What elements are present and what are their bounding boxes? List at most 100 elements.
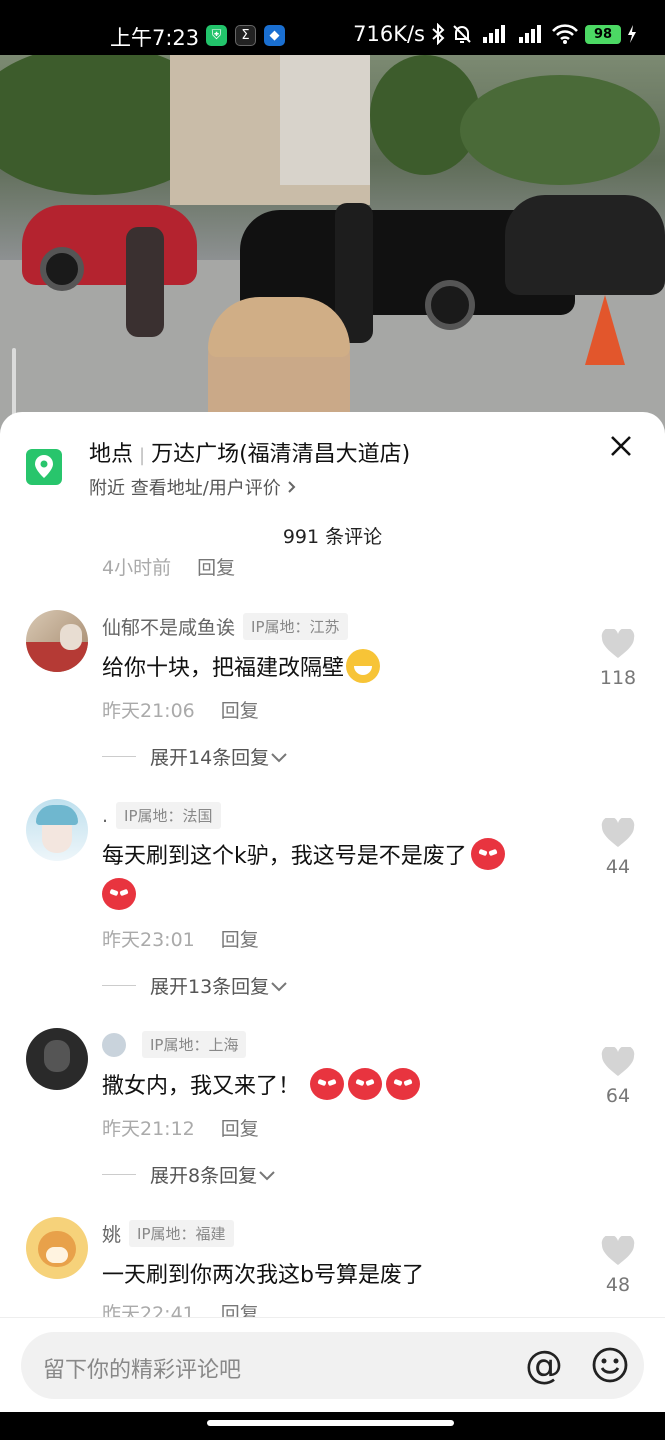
chevron-right-icon [287, 481, 295, 493]
comment-time: 昨天21:12 [102, 1118, 195, 1140]
comment-text-content: 撒女内，我又来了！ [102, 1074, 301, 1099]
comment-meta: 昨天21:12 回复 [102, 1114, 259, 1141]
like-button[interactable]: 48 [596, 1234, 640, 1296]
location-subtitle-text: 附近 查看地址/用户评价 [89, 478, 281, 499]
video-tree-3 [460, 75, 660, 185]
location-pin-icon[interactable] [26, 449, 62, 485]
charging-icon [628, 25, 636, 43]
video-black-car-2 [505, 195, 665, 295]
comment-text-content: 一天刷到你两次我这b号算是废了 [102, 1263, 424, 1288]
comment-time: 昨天21:06 [102, 700, 195, 722]
comment-text[interactable]: 撒女内，我又来了！ [102, 1068, 421, 1100]
battery-indicator: 98 [585, 24, 621, 44]
status-time: 上午7:23 [110, 26, 200, 50]
angry-emoji-icon [102, 878, 136, 910]
emoji-smile-icon[interactable] [591, 1346, 629, 1384]
angry-emoji-icon [386, 1068, 421, 1100]
status-app-icons: ⛨ Σ ◆ [206, 25, 285, 46]
comment-username[interactable]: . IP属地：法国 [102, 802, 221, 829]
comments-count: 991 条评论 [282, 526, 383, 548]
like-count: 44 [605, 856, 631, 878]
angry-emoji-icon [348, 1068, 383, 1100]
ip-badge: IP属地：福建 [129, 1220, 234, 1247]
heart-icon [601, 816, 635, 847]
location-separator: | [139, 445, 146, 466]
signal-hd-icon-2 [519, 25, 541, 43]
signal-hd-icon [483, 25, 505, 43]
like-button[interactable]: 64 [596, 1045, 640, 1107]
comment-text[interactable]: 每天刷到这个k驴，我这号是不是废了 [102, 838, 505, 870]
like-button[interactable]: 44 [596, 816, 640, 878]
heart-icon [601, 627, 635, 658]
expand-replies[interactable]: 展开13条回复 [102, 972, 289, 999]
status-bar: 上午7:23 ⛨ Σ ◆ 716K/s 98 [0, 0, 665, 55]
comment-username[interactable]: 仙郁不是咸鱼诶 IP属地：江苏 [102, 613, 348, 640]
moon-avatar-icon [102, 1032, 126, 1057]
avatar[interactable] [26, 1217, 88, 1279]
video-wheel [40, 247, 84, 291]
like-count: 118 [599, 667, 637, 689]
expand-replies[interactable]: 展开8条回复 [102, 1161, 277, 1188]
ip-badge: IP属地：上海 [142, 1031, 247, 1058]
network-speed: 716K/s [353, 22, 425, 46]
username-text: . [102, 804, 109, 827]
prev-comment-meta: 4小时前 回复 [102, 553, 235, 580]
angry-emoji-icon [310, 1068, 345, 1100]
comment-username[interactable]: IP属地：上海 [102, 1031, 247, 1058]
shield-app-icon: ⛨ [206, 25, 227, 46]
avatar[interactable] [26, 610, 88, 672]
reply-button[interactable]: 回复 [221, 700, 259, 722]
reply-button[interactable]: 回复 [221, 1118, 259, 1140]
heart-icon [601, 1234, 635, 1265]
comment-input-placeholder: 留下你的精彩评论吧 [43, 1358, 242, 1383]
video-wheel-2 [425, 280, 475, 330]
bluetooth-icon [432, 23, 445, 45]
home-indicator[interactable] [207, 1420, 454, 1426]
at-mention-icon[interactable]: @ [524, 1345, 564, 1385]
reply-button[interactable]: 回复 [221, 929, 259, 951]
chevron-down-icon [271, 752, 287, 762]
like-button[interactable]: 118 [596, 627, 640, 689]
ip-badge: IP属地：江苏 [243, 613, 348, 640]
location-title[interactable]: 地点 | 万达广场(福清清昌大道店) [89, 436, 410, 468]
wifi-icon [552, 24, 578, 44]
laugh-emoji-icon [346, 649, 381, 683]
home-bar [0, 1412, 665, 1440]
comment-meta: 昨天21:06 回复 [102, 696, 259, 723]
blue-app-icon: ◆ [264, 25, 285, 46]
video-hair [208, 297, 350, 357]
close-icon[interactable] [607, 432, 635, 460]
expand-line [102, 756, 136, 757]
comment-text[interactable]: 给你十块，把福建改隔壁 [102, 649, 381, 683]
video-building-2 [280, 55, 370, 185]
comment-text[interactable]: 一天刷到你两次我这b号算是废了 [102, 1257, 424, 1289]
mute-bell-icon [453, 25, 471, 43]
video-traffic-cone [585, 295, 625, 365]
prev-reply-button[interactable]: 回复 [197, 557, 235, 579]
location-subtitle[interactable]: 附近 查看地址/用户评价 [89, 474, 297, 500]
avatar[interactable] [26, 799, 88, 861]
sigma-app-icon: Σ [235, 25, 256, 46]
expand-text: 展开8条回复 [150, 1165, 258, 1187]
username-text: 姚 [102, 1224, 122, 1246]
expand-replies[interactable]: 展开14条回复 [102, 743, 289, 770]
comment-text-content: 给你十块，把福建改隔壁 [102, 656, 345, 681]
username-text: 仙郁不是咸鱼诶 [102, 617, 236, 639]
comment-text-content: 每天刷到这个k驴，我这号是不是废了 [102, 844, 467, 869]
comment-meta: 昨天23:01 回复 [102, 925, 259, 952]
video-background[interactable] [0, 55, 665, 435]
like-count: 64 [605, 1085, 631, 1107]
comment-username[interactable]: 姚 IP属地：福建 [102, 1220, 234, 1247]
heart-icon [601, 1045, 635, 1076]
comment-text-wrap [98, 878, 136, 910]
comment-time: 昨天23:01 [102, 929, 195, 951]
comment-sheet: 地点 | 万达广场(福清清昌大道店) 附近 查看地址/用户评价 991 条评论 4小… [0, 412, 665, 1440]
chevron-down-icon [259, 1170, 275, 1180]
expand-text: 展开14条回复 [150, 747, 270, 769]
avatar[interactable] [26, 1028, 88, 1090]
ip-badge: IP属地：法国 [116, 802, 221, 829]
video-person [126, 227, 164, 337]
location-name: 万达广场(福清清昌大道店) [151, 442, 411, 467]
like-count: 48 [605, 1274, 631, 1296]
comment-input[interactable]: 留下你的精彩评论吧 @ [21, 1332, 644, 1399]
